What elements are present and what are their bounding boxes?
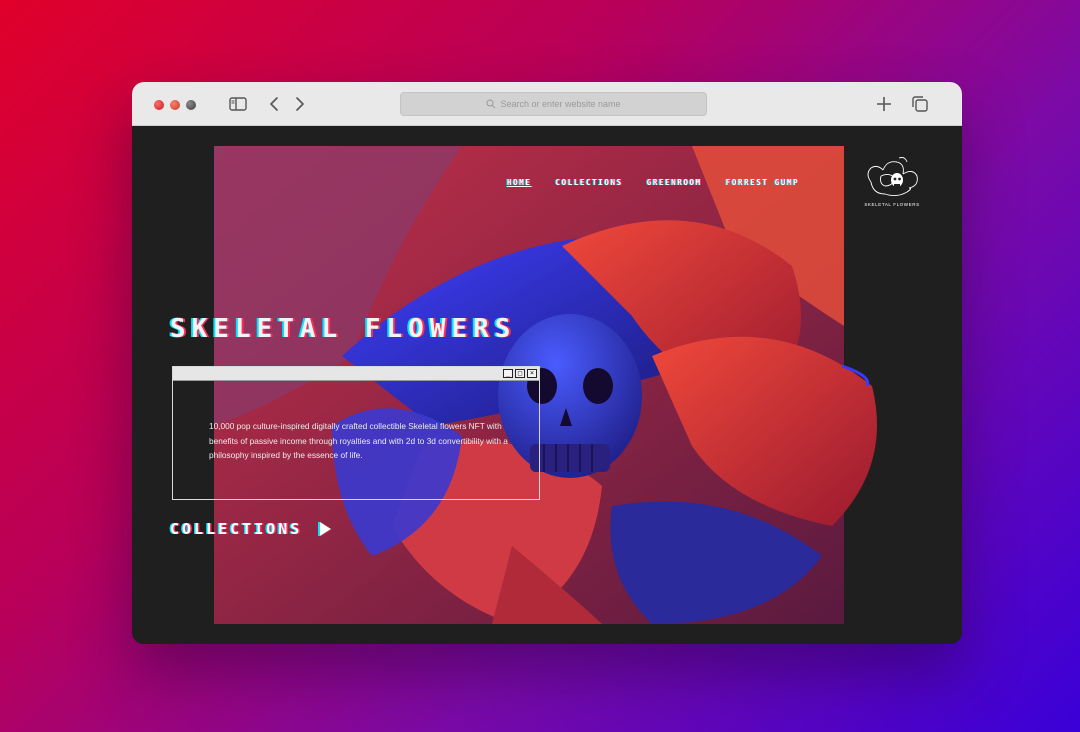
address-bar[interactable]: Search or enter website name — [400, 92, 707, 116]
browser-window: Search or enter website name HOME COLLEC… — [132, 82, 962, 644]
main-nav: HOME COLLECTIONS GREENROOM FORREST GUMP — [507, 178, 799, 187]
description-window: _ □ × 10,000 pop culture-inspired digita… — [172, 366, 540, 500]
window-minimize-icon[interactable]: _ — [503, 369, 513, 378]
tabs-overview-icon[interactable] — [910, 94, 930, 114]
nav-collections[interactable]: COLLECTIONS — [555, 178, 622, 187]
hero-title: SKELETAL FLOWERS — [170, 314, 517, 344]
new-tab-icon[interactable] — [874, 94, 894, 114]
skull-flower-logo-icon — [867, 157, 918, 197]
play-arrow-icon — [318, 522, 333, 536]
nav-home[interactable]: HOME — [507, 178, 531, 187]
web-page: HOME COLLECTIONS GREENROOM FORREST GUMP — [132, 126, 962, 644]
search-icon — [486, 99, 496, 109]
close-window-button[interactable] — [154, 100, 164, 110]
collections-cta[interactable]: COLLECTIONS — [170, 520, 333, 538]
logo-text: SKELETAL FLOWERS — [864, 202, 920, 207]
maximize-window-button[interactable] — [186, 100, 196, 110]
cta-label: COLLECTIONS — [170, 520, 303, 538]
back-icon[interactable] — [264, 94, 284, 114]
window-close-icon[interactable]: × — [527, 369, 537, 378]
address-placeholder: Search or enter website name — [500, 99, 621, 109]
forward-icon[interactable] — [290, 94, 310, 114]
sidebar-icon[interactable] — [228, 94, 248, 114]
window-titlebar: _ □ × — [173, 367, 539, 381]
nav-greenroom[interactable]: GREENROOM — [647, 178, 702, 187]
window-maximize-icon[interactable]: □ — [515, 369, 525, 378]
site-logo[interactable]: SKELETAL FLOWERS — [860, 154, 924, 207]
hero-description: 10,000 pop culture-inspired digitally cr… — [209, 421, 508, 460]
browser-toolbar: Search or enter website name — [132, 82, 962, 126]
minimize-window-button[interactable] — [170, 100, 180, 110]
nav-forrest-gump[interactable]: FORREST GUMP — [726, 178, 799, 187]
